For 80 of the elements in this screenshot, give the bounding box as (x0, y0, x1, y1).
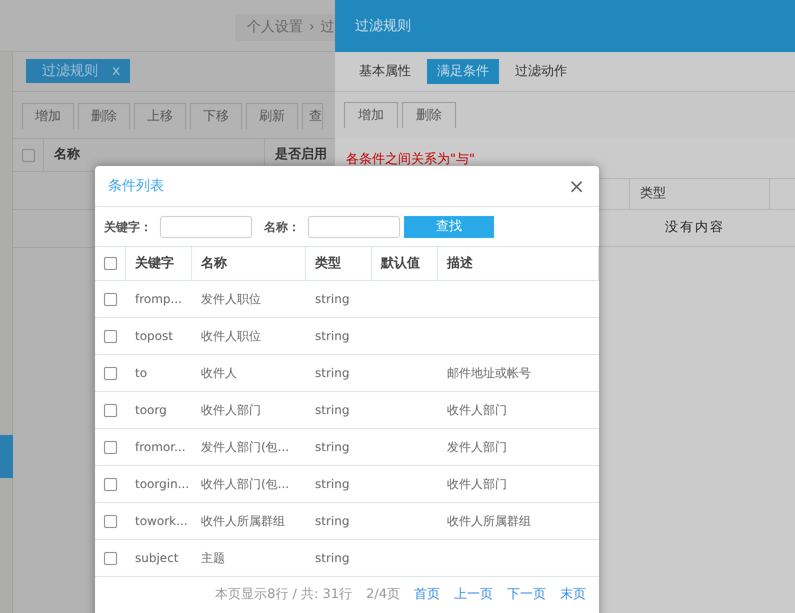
table-cell-text: 发件人部门 (447, 439, 507, 456)
checkbox[interactable] (104, 552, 117, 564)
search-button[interactable]: 查找 (404, 216, 494, 238)
column-header: 默认值 (381, 254, 420, 273)
tab-label[interactable]: 过滤规则 (42, 60, 98, 82)
checkbox[interactable] (104, 440, 117, 454)
table-cell-text: fromor... (135, 439, 186, 456)
toolbar-button[interactable]: 上移 (134, 103, 186, 129)
toolbar-button[interactable]: 增加 (344, 102, 398, 128)
page-indicator: 2/4页 (366, 586, 400, 604)
checkbox[interactable] (104, 330, 117, 342)
tab[interactable]: 基本属性 (349, 59, 421, 84)
table-cell-text: fromp... (135, 291, 182, 308)
table-cell-text: 发件人职位 (201, 291, 261, 308)
pagination-link[interactable]: 末页 (560, 585, 586, 605)
table-cell-text: towork... (135, 513, 188, 530)
toolbar-button[interactable]: 刷新 (246, 103, 298, 129)
table-cell-text: subject (135, 550, 178, 567)
table-cell-text: string (315, 476, 350, 493)
table-cell-text: string (315, 402, 350, 419)
column-header: 是否启用 (275, 146, 327, 164)
column-header: 名称 (54, 146, 80, 164)
table-cell-text: 收件人部门 (447, 402, 507, 419)
search-field[interactable] (160, 216, 252, 238)
pagination-link[interactable]: 上一页 (454, 585, 493, 605)
breadcrumb-link[interactable]: 个人设置 (247, 17, 303, 38)
table-cell-text: string (315, 550, 350, 567)
table-cell-text: string (315, 328, 350, 345)
column-header: 类型 (640, 185, 666, 204)
toolbar-button[interactable]: 下移 (190, 103, 242, 129)
table-cell-text: 收件人所属群组 (447, 513, 531, 530)
close-button[interactable]: x (112, 60, 120, 82)
page-summary: 本页显示8行 / 共: 31行 (215, 586, 352, 604)
dialog-title: 条件列表 (108, 176, 164, 196)
breadcrumb-link[interactable]: 过 (320, 17, 335, 38)
table-cell-text: 收件人部门(包... (201, 476, 290, 493)
toolbar-button[interactable]: 删除 (402, 102, 456, 128)
table-cell-text: 发件人部门(包... (201, 439, 290, 456)
table-cell-text: to (135, 365, 148, 382)
table-cell-text: 收件人 (201, 365, 237, 382)
column-header: 描述 (447, 254, 473, 273)
table-cell-text: string (315, 439, 350, 456)
checkbox[interactable] (104, 257, 117, 270)
table-cell-text: 收件人部门 (201, 402, 261, 419)
toolbar-button[interactable]: 查 (302, 103, 323, 129)
checkbox[interactable] (22, 148, 34, 162)
table-cell-text: string (315, 291, 350, 308)
column-header: 关键字 (135, 254, 174, 273)
table-cell-text: string (315, 513, 350, 530)
checkbox[interactable] (104, 292, 117, 306)
tab[interactable]: 过滤动作 (505, 59, 577, 84)
panel-title: 过滤规则 (355, 18, 411, 34)
field-label: 名称： (264, 218, 300, 236)
empty-message: 没有内容 (665, 219, 725, 238)
table-cell-text: string (315, 365, 350, 382)
toolbar-button[interactable]: 删除 (78, 103, 130, 129)
tab[interactable]: 满足条件 (427, 59, 499, 84)
pagination-link[interactable]: 首页 (414, 585, 440, 605)
table-cell-text: toorg (135, 402, 167, 419)
relation-note: 各条件之间关系为"与" (346, 152, 475, 167)
page-tab[interactable]: 过滤规则 x (26, 59, 130, 83)
toolbar-button[interactable]: 增加 (22, 103, 74, 129)
search-field[interactable] (308, 216, 400, 238)
column-header: 类型 (315, 254, 341, 273)
field-label: 关键字： (104, 218, 152, 236)
breadcrumb-separator: › (309, 18, 315, 37)
pagination-link[interactable]: 下一页 (507, 585, 546, 605)
table-cell-text: topost (135, 328, 173, 345)
table-cell-text: toorgin... (135, 476, 190, 493)
close-button[interactable]: × (566, 176, 587, 196)
table-cell-text: 邮件地址或帐号 (447, 365, 531, 382)
checkbox[interactable] (104, 478, 117, 490)
table-cell-text: 收件人部门 (447, 476, 507, 493)
table-cell-text: 收件人职位 (201, 328, 261, 345)
table-cell-text: 主题 (201, 550, 225, 567)
column-header: 名称 (201, 254, 227, 273)
table-cell-text: 收件人所属群组 (201, 513, 285, 530)
checkbox[interactable] (104, 366, 117, 380)
checkbox[interactable] (104, 404, 117, 416)
checkbox[interactable] (104, 514, 117, 528)
